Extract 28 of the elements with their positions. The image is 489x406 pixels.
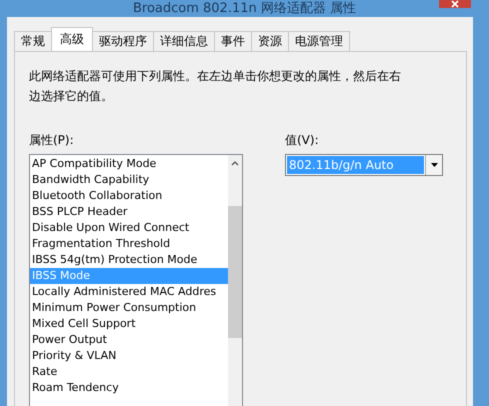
property-item[interactable]: BSS PLCP Header — [30, 204, 228, 220]
property-item[interactable]: Roam Tendency — [30, 380, 228, 396]
property-item[interactable]: Disable Upon Wired Connect — [30, 220, 228, 236]
property-item[interactable]: Bandwidth Capability — [30, 172, 228, 188]
value-label: 值(V): — [285, 132, 320, 148]
property-item[interactable]: Fragmentation Threshold — [30, 236, 228, 252]
property-item[interactable]: Power Output — [30, 332, 228, 348]
property-label: 属性(P): — [29, 132, 75, 148]
scrollbar-thumb[interactable] — [228, 206, 242, 338]
caret-icon — [430, 163, 438, 167]
property-item[interactable]: Mixed Cell Support — [30, 316, 228, 332]
property-item[interactable]: AP Compatibility Mode — [30, 156, 228, 172]
tab[interactable]: 电源管理 — [288, 31, 350, 51]
close-button[interactable] — [439, 0, 471, 8]
property-item[interactable]: Locally Administered MAC Addres — [30, 284, 228, 300]
window-title: Broadcom 802.11n 网络适配器 属性 — [132, 1, 356, 16]
property-item[interactable]: Rate — [30, 364, 228, 380]
scroll-up-icon[interactable] — [231, 161, 239, 166]
tab[interactable]: 常规 — [14, 31, 52, 51]
scrollbar[interactable] — [228, 155, 242, 406]
property-item[interactable]: IBSS 54g(tm) Protection Mode — [30, 252, 228, 268]
close-icon — [450, 0, 460, 8]
tab[interactable]: 高级 — [51, 27, 93, 51]
property-list[interactable] — [29, 154, 243, 406]
description-text: 此网络适配器可使用下列属性。在左边单击你想更改的属性，然后在右边选择它的值。 — [29, 68, 402, 105]
property-item[interactable]: Bluetooth Collaboration — [30, 188, 228, 204]
property-item[interactable]: Priority & VLAN — [30, 348, 228, 364]
property-item[interactable]: Minimum Power Consumption — [30, 300, 228, 316]
